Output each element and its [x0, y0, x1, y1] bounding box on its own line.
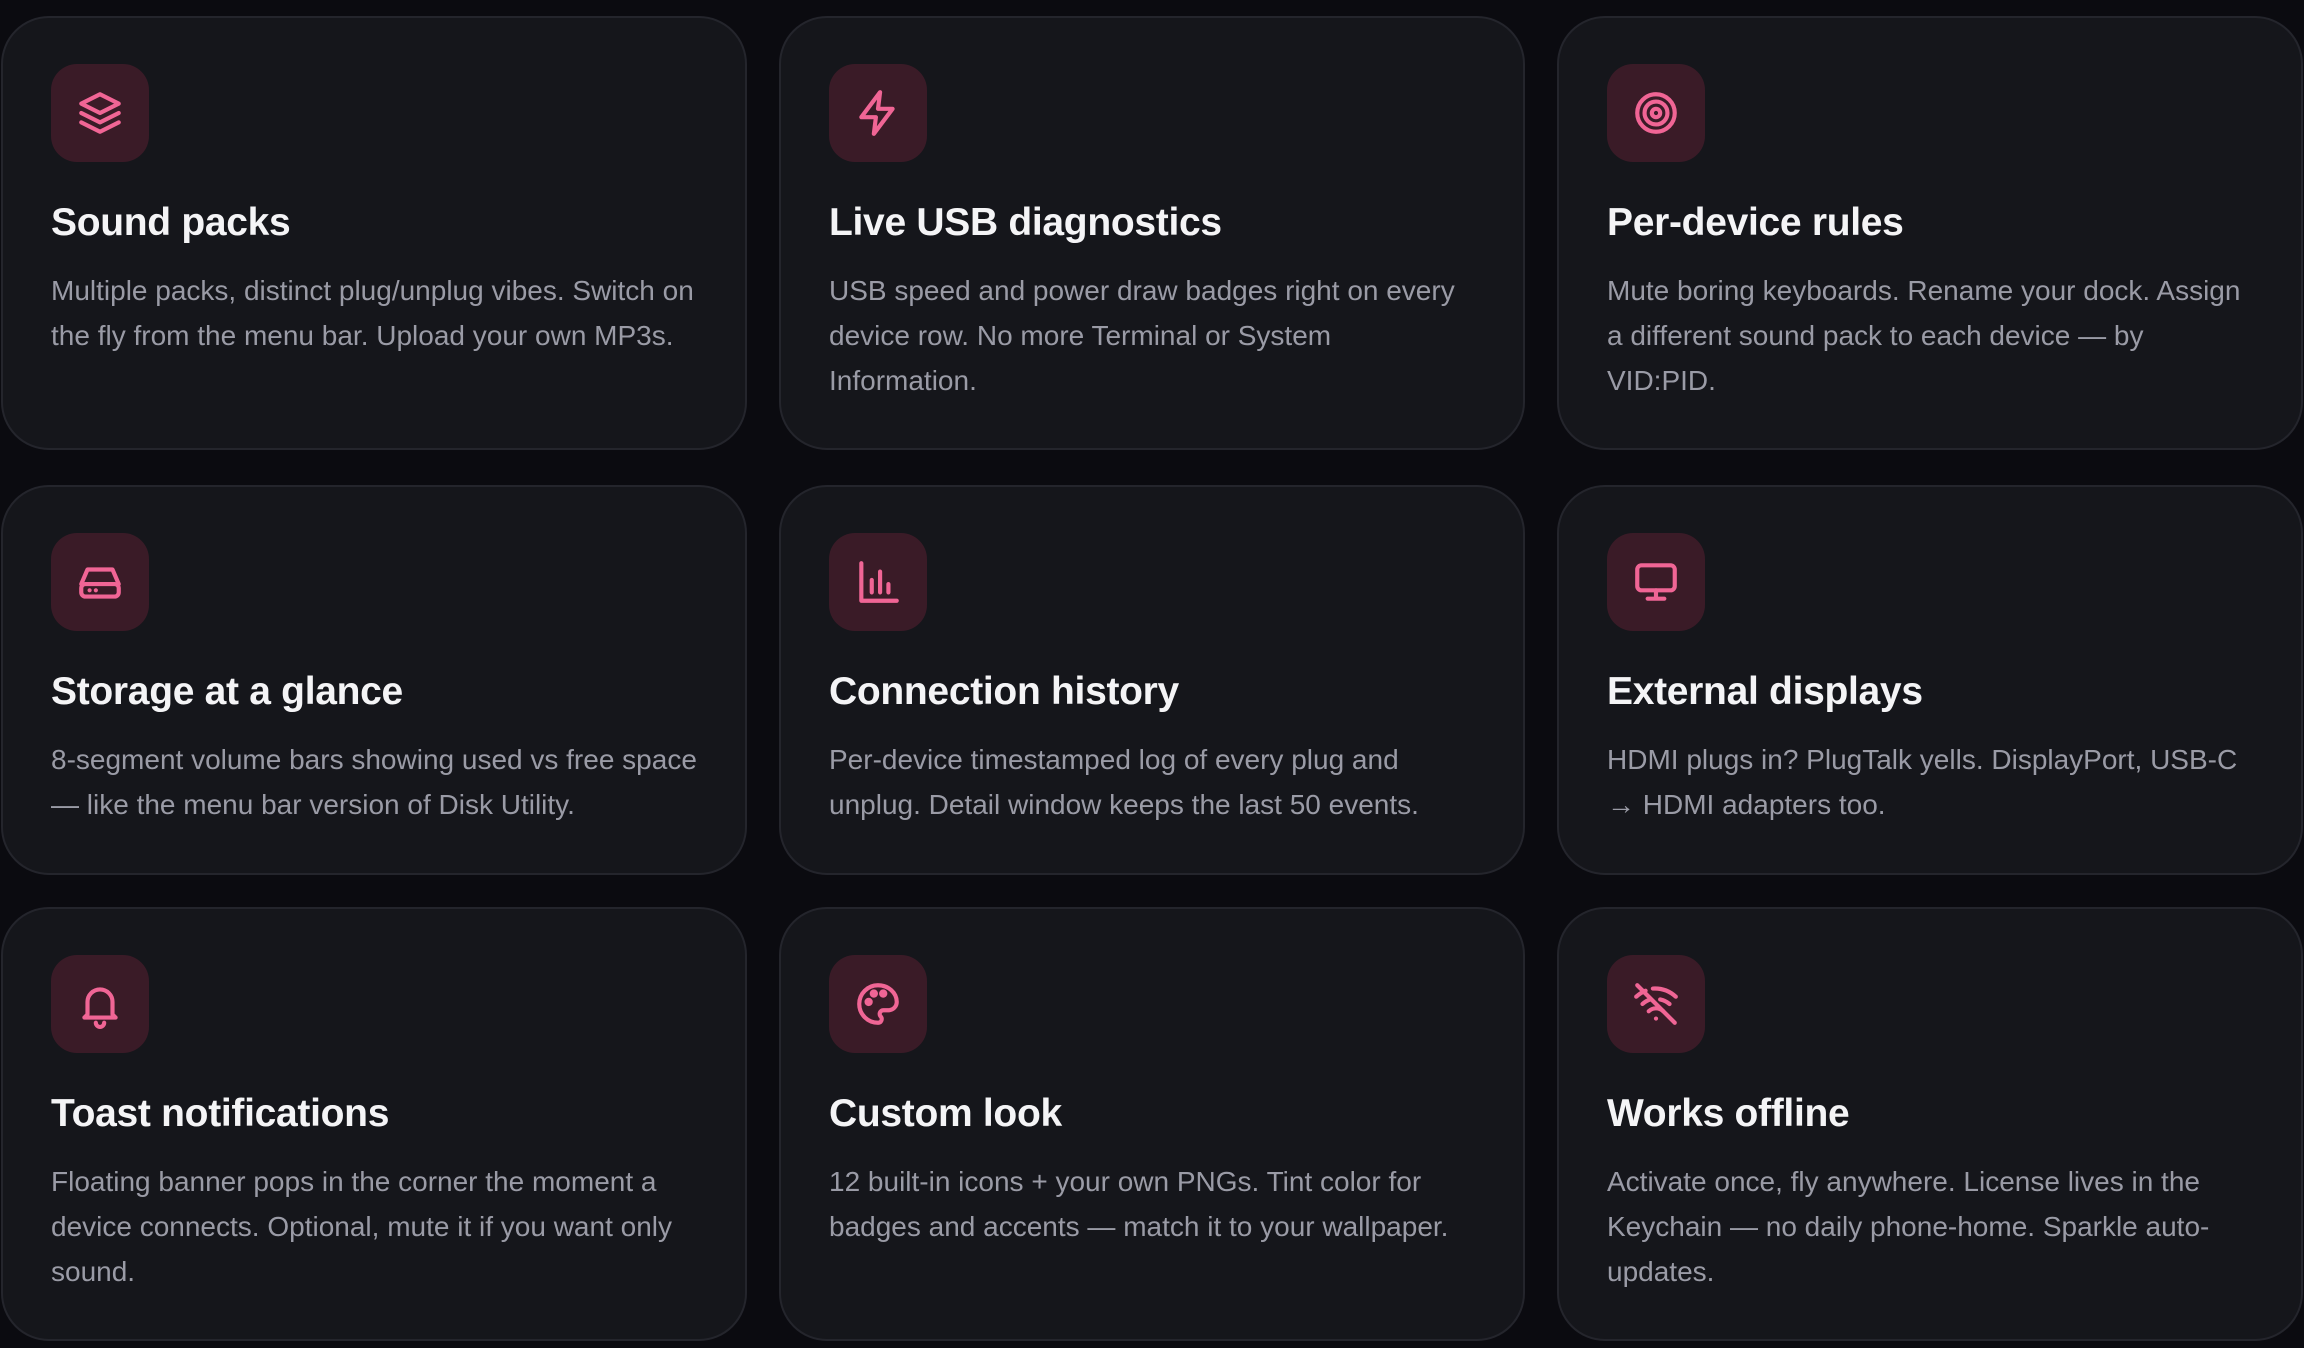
layers-icon [79, 92, 121, 134]
feature-title: Connection history [829, 670, 1179, 713]
lightning-icon [859, 90, 895, 136]
bar-chart-icon [859, 561, 899, 603]
feature-icon-tile [51, 955, 149, 1053]
hard-drive-icon [79, 567, 121, 599]
feature-description: HDMI plugs in? PlugTalk yells. DisplayPo… [1607, 744, 2238, 820]
feature-description: 8-segment volume bars showing used vs fr… [51, 744, 697, 820]
feature-title: Works offline [1607, 1092, 1850, 1135]
feature-card-connection-history: Connection history Per-device timestampe… [779, 485, 1525, 875]
feature-title: Live USB diagnostics [829, 201, 1222, 244]
feature-title: Per-device rules [1607, 201, 1904, 244]
feature-card-external-displays: External displays HDMI plugs in? PlugTal… [1557, 485, 2303, 875]
bell-icon [82, 987, 118, 1029]
feature-card-custom-look: Custom look 12 built-in icons + your own… [779, 907, 1525, 1341]
features-grid: Sound packs Multiple packs, distinct plu… [0, 0, 2304, 1348]
feature-title: Storage at a glance [51, 670, 403, 713]
feature-title: Toast notifications [51, 1092, 390, 1135]
feature-title: Custom look [829, 1092, 1062, 1135]
feature-card-toast-notifications: Toast notifications Floating banner pops… [1, 907, 747, 1341]
palette-icon [857, 983, 899, 1025]
feature-description: Activate once, fly anywhere. License liv… [1607, 1166, 2210, 1287]
feature-icon-tile [51, 533, 149, 631]
feature-icon-tile [829, 955, 927, 1053]
feature-card-works-offline: Works offline Activate once, fly anywher… [1557, 907, 2303, 1341]
feature-icon-tile [829, 533, 927, 631]
feature-description: USB speed and power draw badges right on… [829, 275, 1455, 396]
feature-description: Floating banner pops in the corner the m… [51, 1166, 672, 1287]
wifi-off-icon [1634, 983, 1678, 1025]
feature-description: Per-device timestamped log of every plug… [829, 744, 1419, 820]
feature-card-storage-at-a-glance: Storage at a glance 8-segment volume bar… [1, 485, 747, 875]
feature-card-sound-packs: Sound packs Multiple packs, distinct plu… [1, 16, 747, 450]
feature-icon-tile [51, 64, 149, 162]
feature-card-live-usb-diagnostics: Live USB diagnostics USB speed and power… [779, 16, 1525, 450]
feature-description: Multiple packs, distinct plug/unplug vib… [51, 275, 694, 351]
target-icon [1635, 92, 1677, 134]
feature-description: 12 built-in icons + your own PNGs. Tint … [829, 1166, 1449, 1242]
feature-title: Sound packs [51, 201, 291, 244]
feature-card-per-device-rules: Per-device rules Mute boring keyboards. … [1557, 16, 2303, 450]
feature-description: Mute boring keyboards. Rename your dock.… [1607, 275, 2241, 396]
monitor-icon [1635, 563, 1677, 601]
feature-icon-tile [829, 64, 927, 162]
feature-icon-tile [1607, 955, 1705, 1053]
feature-icon-tile [1607, 64, 1705, 162]
feature-icon-tile [1607, 533, 1705, 631]
feature-title: External displays [1607, 670, 1923, 713]
